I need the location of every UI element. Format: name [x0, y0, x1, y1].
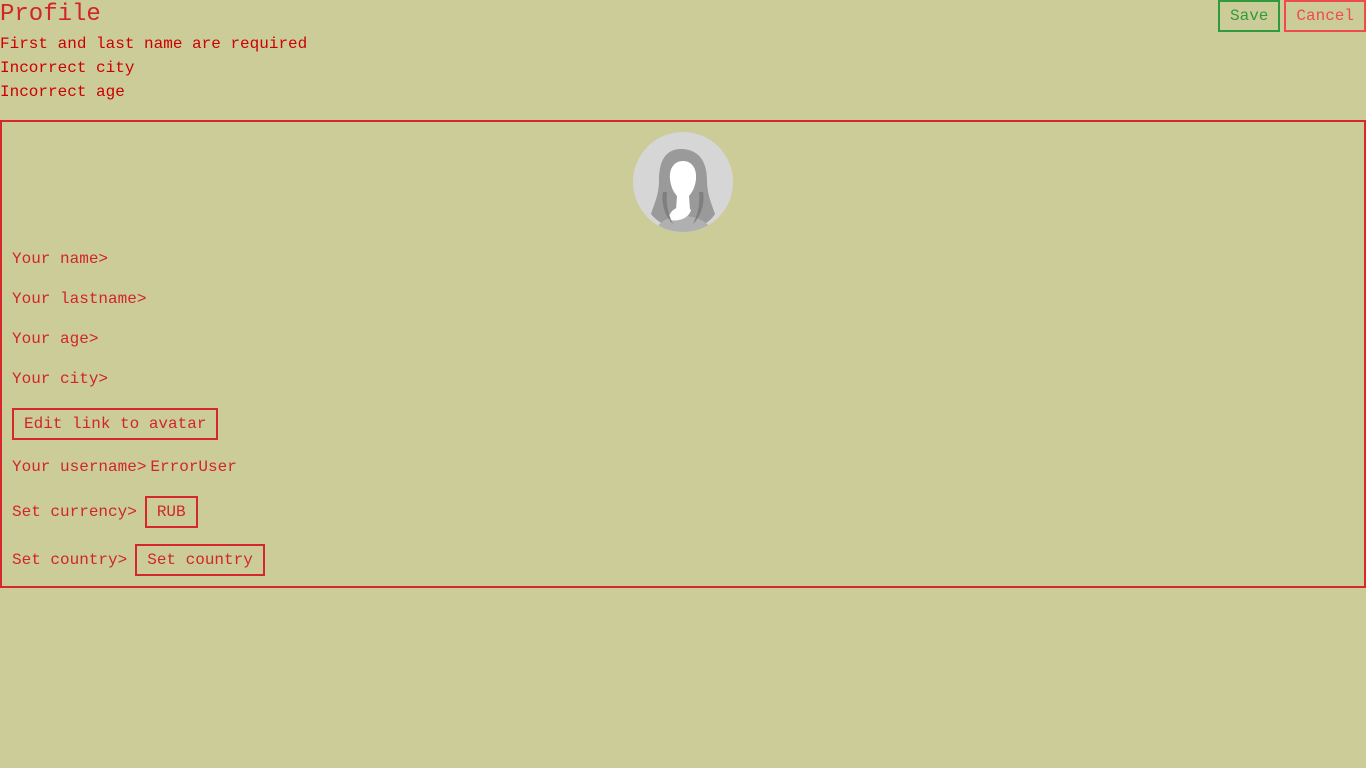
- edit-avatar-link-button[interactable]: Edit link to avatar: [12, 408, 219, 440]
- age-label: Your age>: [12, 330, 99, 348]
- cancel-button[interactable]: Cancel: [1284, 0, 1366, 32]
- female-silhouette-avatar-icon: [633, 132, 733, 232]
- country-label: Set country>: [12, 551, 128, 569]
- set-country-button[interactable]: Set country: [135, 544, 265, 576]
- error-list: First and last name are required Incorre…: [0, 32, 307, 104]
- country-row: Set country> Set country: [12, 544, 265, 576]
- name-label: Your name>: [12, 250, 109, 268]
- city-row: Your city>: [12, 369, 108, 389]
- edit-avatar-row: Edit link to avatar: [12, 408, 219, 440]
- currency-row: Set currency> RUB: [12, 496, 198, 528]
- error-message: First and last name are required: [0, 35, 308, 53]
- error-message: Incorrect city: [0, 59, 135, 77]
- profile-card: Your name> Your lastname> Your age> Your…: [0, 120, 1366, 588]
- error-message: Incorrect age: [0, 83, 125, 101]
- name-row: Your name>: [12, 249, 108, 269]
- lastname-label: Your lastname>: [12, 290, 147, 308]
- currency-select-button[interactable]: RUB: [144, 496, 198, 528]
- save-button[interactable]: Save: [1217, 0, 1281, 32]
- username-value: ErrorUser: [150, 458, 237, 476]
- age-row: Your age>: [12, 329, 98, 349]
- page-title: Profile: [0, 1, 101, 28]
- username-label: Your username>: [12, 458, 147, 476]
- lastname-row: Your lastname>: [12, 289, 146, 309]
- top-actions: Save Cancel: [1217, 0, 1366, 32]
- avatar: [633, 132, 733, 232]
- city-label: Your city>: [12, 370, 109, 388]
- username-row: Your username> ErrorUser: [12, 457, 237, 477]
- currency-label: Set currency>: [12, 503, 137, 521]
